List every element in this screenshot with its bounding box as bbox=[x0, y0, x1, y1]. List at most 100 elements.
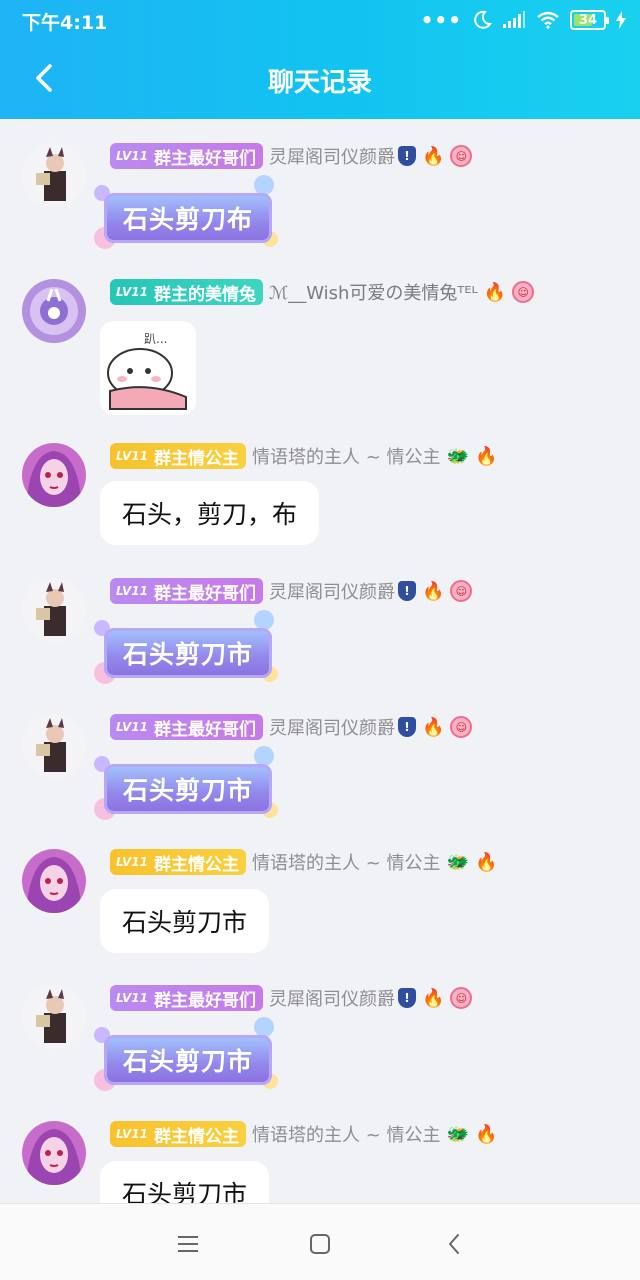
message-bubble[interactable]: 石头剪刀市 bbox=[94, 610, 290, 692]
dragon-icon: 🐲 bbox=[446, 1123, 469, 1145]
fire-icon: 🔥 bbox=[474, 445, 498, 467]
sender-meta: LV11 群主最好哥们 灵犀阁司仪颜爵 ! 🔥 ☺ bbox=[110, 578, 473, 604]
home-square-icon bbox=[310, 1234, 330, 1254]
message-bubble[interactable]: 石头剪刀市 bbox=[100, 1161, 270, 1203]
sender-meta: LV11 群主最好哥们 灵犀阁司仪颜爵 ! 🔥 ☺ bbox=[110, 714, 473, 740]
level-label: LV11 bbox=[116, 855, 148, 869]
avatar-rabbit[interactable] bbox=[22, 279, 86, 343]
system-back-button[interactable] bbox=[434, 1226, 474, 1262]
fire-icon: 🔥 bbox=[474, 851, 498, 873]
back-triangle-icon bbox=[449, 1234, 459, 1254]
flower-icon: ☺ bbox=[450, 580, 473, 602]
badge-title: 群主最好哥们 bbox=[153, 148, 256, 169]
chat-history-list[interactable]: LV11 群主最好哥们 灵犀阁司仪颜爵 ! 🔥 ☺ 石头剪刀布 LV11 群主的… bbox=[0, 119, 640, 1203]
more-dots-icon: ••• bbox=[420, 8, 462, 32]
sender-meta: LV11 群主的美情兔 ℳ__Wish可爱の美情兔ᵀᴱᴸ 🔥 ☺ bbox=[110, 279, 535, 305]
message-text: 石头，剪刀，布 bbox=[122, 500, 298, 529]
status-bar: 下午4:11 ••• 34 bbox=[0, 0, 640, 40]
member-title-badge: LV11 群主情公主 bbox=[110, 849, 246, 875]
message-bubble[interactable]: 石头剪刀市 bbox=[94, 1017, 290, 1099]
fire-icon: 🔥 bbox=[421, 580, 445, 602]
level-label: LV11 bbox=[116, 449, 148, 463]
header: 下午4:11 ••• 34 聊天记录 bbox=[0, 0, 640, 119]
badge-title: 群主的美情兔 bbox=[153, 284, 256, 305]
message-bubble[interactable]: 石头剪刀市 bbox=[94, 746, 290, 828]
badge-title: 群主最好哥们 bbox=[153, 990, 256, 1011]
badge-title: 群主情公主 bbox=[153, 854, 239, 875]
avatar-gentleman[interactable] bbox=[22, 578, 86, 642]
message-bubble[interactable]: 石头剪刀市 bbox=[100, 889, 270, 953]
sender-nickname[interactable]: 情语塔的主人 ~ 情公主 bbox=[252, 849, 441, 875]
level-label: LV11 bbox=[116, 149, 148, 163]
fire-icon: 🔥 bbox=[421, 987, 445, 1009]
flower-decoration bbox=[254, 610, 274, 630]
avatar-princess[interactable] bbox=[22, 1121, 86, 1185]
message-bubble[interactable]: 石头剪刀布 bbox=[94, 175, 290, 257]
flower-icon: ☺ bbox=[450, 145, 473, 167]
sender-meta: LV11 群主情公主 情语塔的主人 ~ 情公主 🐲 🔥 bbox=[110, 443, 497, 469]
sender-meta: LV11 群主最好哥们 灵犀阁司仪颜爵 ! 🔥 ☺ bbox=[110, 143, 473, 169]
sender-nickname[interactable]: 情语塔的主人 ~ 情公主 bbox=[252, 443, 441, 469]
moon-icon bbox=[472, 8, 492, 32]
shield-icon: ! bbox=[397, 988, 416, 1008]
level-label: LV11 bbox=[116, 285, 148, 299]
battery-level: 34 bbox=[578, 12, 598, 28]
wifi-icon bbox=[536, 8, 560, 32]
system-nav-bar bbox=[0, 1203, 640, 1280]
battery-icon: 34 bbox=[570, 10, 609, 30]
message-text: 石头剪刀市 bbox=[104, 764, 272, 814]
avatar-gentleman[interactable] bbox=[22, 143, 86, 207]
sender-nickname[interactable]: ℳ__Wish可爱の美情兔ᵀᴱᴸ bbox=[269, 279, 478, 305]
member-title-badge: LV11 群主的美情兔 bbox=[110, 279, 263, 305]
sender-nickname[interactable]: 灵犀阁司仪颜爵 bbox=[269, 714, 395, 740]
sender-nickname[interactable]: 灵犀阁司仪颜爵 bbox=[269, 985, 395, 1011]
member-title-badge: LV11 群主情公主 bbox=[110, 1121, 246, 1147]
menu-icon bbox=[178, 1236, 198, 1252]
status-icons: ••• 34 bbox=[421, 8, 626, 32]
badge-title: 群主最好哥们 bbox=[153, 719, 256, 740]
avatar-princess[interactable] bbox=[22, 443, 86, 507]
charging-icon bbox=[616, 8, 626, 32]
member-title-badge: LV11 群主最好哥们 bbox=[110, 985, 263, 1011]
dragon-icon: 🐲 bbox=[446, 851, 469, 873]
sender-nickname[interactable]: 灵犀阁司仪颜爵 bbox=[269, 578, 395, 604]
avatar-princess[interactable] bbox=[22, 849, 86, 913]
badge-title: 群主情公主 bbox=[153, 448, 239, 469]
member-title-badge: LV11 群主最好哥们 bbox=[110, 578, 263, 604]
flower-decoration bbox=[254, 746, 274, 766]
fire-icon: 🔥 bbox=[474, 1123, 498, 1145]
sticker-message[interactable]: 趴... bbox=[100, 321, 196, 415]
fire-icon: 🔥 bbox=[483, 281, 507, 303]
flower-icon: ☺ bbox=[450, 987, 473, 1009]
page-title: 聊天记录 bbox=[267, 68, 372, 98]
sender-nickname[interactable]: 灵犀阁司仪颜爵 bbox=[269, 143, 395, 169]
member-title-badge: LV11 群主最好哥们 bbox=[110, 143, 263, 169]
sender-meta: LV11 群主情公主 情语塔的主人 ~ 情公主 🐲 🔥 bbox=[110, 1121, 497, 1147]
title-bar: 聊天记录 bbox=[0, 40, 640, 119]
badge-title: 群主最好哥们 bbox=[153, 583, 256, 604]
avatar-gentleman[interactable] bbox=[22, 714, 86, 778]
status-time: 下午4:11 bbox=[22, 12, 108, 34]
shield-icon: ! bbox=[397, 146, 416, 166]
sender-meta: LV11 群主最好哥们 灵犀阁司仪颜爵 ! 🔥 ☺ bbox=[110, 985, 473, 1011]
message-text: 石头剪刀布 bbox=[104, 193, 272, 243]
menu-button[interactable] bbox=[168, 1226, 208, 1262]
message-text: 石头剪刀市 bbox=[104, 628, 272, 678]
level-label: LV11 bbox=[116, 720, 148, 734]
message-bubble[interactable]: 石头，剪刀，布 bbox=[100, 481, 320, 545]
level-label: LV11 bbox=[116, 1127, 148, 1141]
avatar-gentleman[interactable] bbox=[22, 985, 86, 1049]
message-text: 石头剪刀市 bbox=[122, 908, 248, 937]
sender-nickname[interactable]: 情语塔的主人 ~ 情公主 bbox=[252, 1121, 441, 1147]
flower-icon: ☺ bbox=[512, 281, 535, 303]
shield-icon: ! bbox=[397, 581, 416, 601]
sticker-text: 趴... bbox=[144, 332, 167, 346]
fire-icon: 🔥 bbox=[421, 716, 445, 738]
fire-icon: 🔥 bbox=[421, 145, 445, 167]
flower-icon: ☺ bbox=[450, 716, 473, 738]
shield-icon: ! bbox=[397, 717, 416, 737]
member-title-badge: LV11 群主情公主 bbox=[110, 443, 246, 469]
sender-meta: LV11 群主情公主 情语塔的主人 ~ 情公主 🐲 🔥 bbox=[110, 849, 497, 875]
home-button[interactable] bbox=[300, 1226, 340, 1262]
flower-decoration bbox=[254, 175, 274, 195]
